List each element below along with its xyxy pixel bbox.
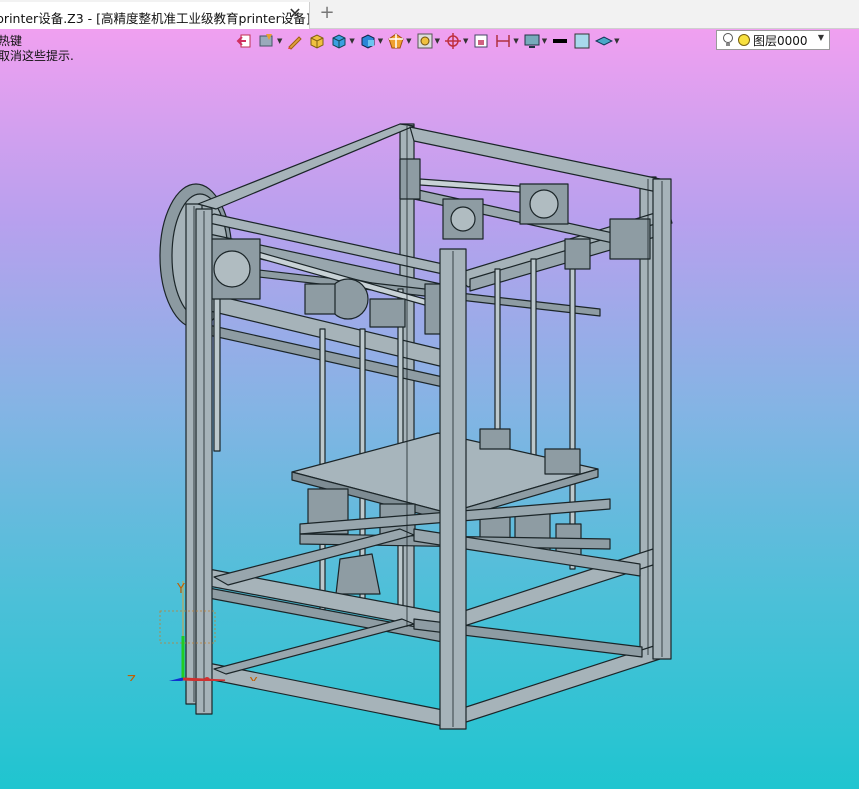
document-tab-title: printer设备.Z3 - [高精度整机准工业级教育printer设备] bbox=[0, 11, 310, 26]
x-axis-label: X bbox=[249, 676, 258, 681]
close-tab-icon[interactable]: ✕ bbox=[286, 5, 304, 23]
axis-triad: Z X Y bbox=[127, 581, 258, 681]
3d-viewport[interactable]: 热键 取消这些提示. ▼ ▼ ▼ ▼ ▼ ▼ ▼ ▼ ▼ 图层0000 ▼ Y bbox=[0, 29, 859, 789]
y-axis-label: Y bbox=[176, 582, 185, 597]
z-axis-label: Z bbox=[127, 674, 136, 681]
new-tab-icon[interactable]: + bbox=[318, 4, 336, 22]
document-tab[interactable]: printer设备.Z3 - [高精度整机准工业级教育printer设备] ✕ bbox=[0, 2, 310, 29]
document-tab-bar: printer设备.Z3 - [高精度整机准工业级教育printer设备] ✕ … bbox=[0, 0, 859, 29]
z-axis bbox=[168, 677, 184, 681]
